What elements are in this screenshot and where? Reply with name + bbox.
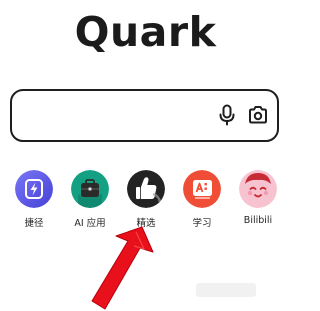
shortcut-label: 捷径 <box>24 218 44 229</box>
study-icon <box>183 170 221 208</box>
camera-icon[interactable] <box>247 105 269 125</box>
bilibili-face-icon <box>239 170 277 208</box>
shortcut-jingxuan[interactable]: 精选 <box>119 170 173 229</box>
red-arrow-icon <box>84 224 160 311</box>
search-box[interactable] <box>10 89 279 142</box>
shortcut-jiejing[interactable]: 捷径 <box>7 170 61 229</box>
lightning-icon <box>15 170 53 208</box>
quark-logo: Quark <box>74 8 217 56</box>
microphone-icon[interactable] <box>218 104 236 126</box>
briefcase-icon <box>71 170 109 208</box>
shortcut-label: Bilibili <box>243 215 273 226</box>
shortcut-bilibili[interactable]: Bilibili <box>231 170 285 226</box>
thumbs-up-icon <box>127 170 165 208</box>
shortcut-ai-apps[interactable]: AI 应用 <box>63 170 117 229</box>
shortcut-xuexi[interactable]: 学习 <box>175 170 229 229</box>
blurred-region <box>196 283 256 297</box>
quark-home: Quark 捷径 AI 应用 精选 学习 Bilibili <box>0 0 291 311</box>
shortcut-label: 学习 <box>192 218 212 229</box>
search-input[interactable] <box>22 103 212 127</box>
